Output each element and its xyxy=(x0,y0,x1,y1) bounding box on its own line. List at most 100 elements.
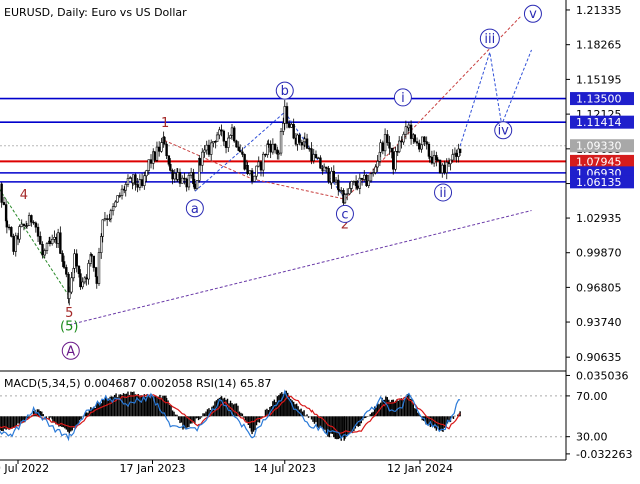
candle xyxy=(34,222,38,228)
candle xyxy=(288,123,291,128)
wave-label-text: a xyxy=(191,202,199,217)
candle xyxy=(237,146,240,151)
candle xyxy=(259,161,263,171)
candle xyxy=(181,177,184,184)
candle xyxy=(432,155,436,164)
candle xyxy=(248,170,252,174)
candle xyxy=(224,140,228,148)
candle xyxy=(360,177,364,180)
candle xyxy=(27,215,31,227)
wave-label: c xyxy=(335,204,354,223)
wave-label: 1 xyxy=(161,116,169,131)
candle xyxy=(203,149,206,153)
candle xyxy=(185,178,188,188)
wave-label: v xyxy=(523,4,542,23)
candle xyxy=(352,180,356,183)
ind-y-tick-label: 70.00 xyxy=(576,390,608,403)
candle xyxy=(253,175,256,182)
candle xyxy=(413,134,416,142)
candle xyxy=(388,142,391,149)
candle xyxy=(25,225,29,227)
candle xyxy=(22,223,26,226)
candle xyxy=(65,267,68,275)
candle xyxy=(131,174,135,184)
candle xyxy=(169,163,172,171)
wave-label: i xyxy=(393,88,412,107)
wave-label-text: i xyxy=(401,91,405,106)
candle xyxy=(126,178,130,185)
candle xyxy=(59,232,62,254)
candle xyxy=(75,253,78,267)
candle xyxy=(314,154,318,159)
wave-label-text: c xyxy=(341,207,348,222)
candle xyxy=(458,148,462,153)
x-tick-label: 12 Jan 2024 xyxy=(387,462,453,475)
candle xyxy=(334,179,338,183)
candle xyxy=(147,159,150,171)
candle xyxy=(374,166,377,173)
candle xyxy=(383,134,387,152)
candle xyxy=(207,144,211,155)
candle xyxy=(134,174,137,185)
candle xyxy=(0,183,3,203)
candle xyxy=(255,165,258,177)
candle xyxy=(343,194,347,204)
candle xyxy=(85,277,88,280)
candle xyxy=(7,226,11,229)
candle xyxy=(310,148,313,161)
candle xyxy=(337,189,341,191)
candle xyxy=(394,151,397,170)
candle xyxy=(41,244,44,256)
candle xyxy=(421,136,424,146)
candle xyxy=(212,141,215,144)
candle xyxy=(250,170,254,182)
candle xyxy=(271,143,275,153)
candle xyxy=(392,151,395,170)
candle xyxy=(348,188,351,195)
price-label-text: 1.06135 xyxy=(576,176,622,189)
candle xyxy=(94,267,98,277)
candle xyxy=(305,138,309,149)
wave-label: iv xyxy=(494,121,513,140)
candle xyxy=(198,158,202,166)
x-tick-label: 14 Jul 2023 xyxy=(254,462,316,475)
candle xyxy=(97,252,101,284)
ind-y-tick-label: 0.035036 xyxy=(576,369,629,382)
candle xyxy=(103,218,107,221)
wave-label: a xyxy=(185,199,204,218)
candle xyxy=(116,195,119,203)
candle xyxy=(425,141,428,145)
wave-label-text: b xyxy=(281,84,289,99)
candle xyxy=(32,221,35,224)
wave-label: A xyxy=(61,341,80,360)
candle xyxy=(300,142,304,146)
candle xyxy=(70,277,73,293)
candle xyxy=(101,219,104,237)
candle xyxy=(90,253,93,257)
candle xyxy=(20,223,23,227)
candle xyxy=(157,146,161,152)
candle xyxy=(176,172,179,180)
ind-y-tick-label: 30.00 xyxy=(576,431,608,444)
candle xyxy=(77,265,81,274)
candle xyxy=(111,206,115,212)
x-tick-label: 20 Jul 2022 xyxy=(0,462,49,475)
candle xyxy=(371,172,375,175)
candle xyxy=(423,136,426,142)
candle xyxy=(62,261,66,268)
wave-label-text: ii xyxy=(439,186,446,201)
candle xyxy=(163,136,166,145)
y-tick-label: 1.02935 xyxy=(576,212,622,225)
y-tick-label: 1.18265 xyxy=(576,39,622,52)
candle xyxy=(262,153,265,171)
candle xyxy=(109,210,113,220)
price-label-text: 1.13500 xyxy=(576,93,622,106)
candle xyxy=(451,154,454,161)
candle xyxy=(390,147,393,153)
candle xyxy=(404,126,408,135)
candle xyxy=(257,161,260,167)
candle xyxy=(215,134,219,142)
wave-label-text: A xyxy=(66,344,75,359)
wave-label: b xyxy=(275,81,294,100)
candle xyxy=(45,243,49,251)
